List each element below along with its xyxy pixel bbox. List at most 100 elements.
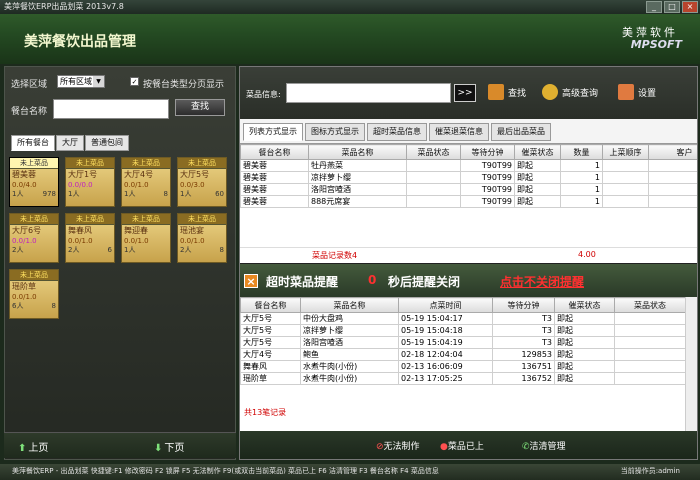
- maximize-button[interactable]: □: [664, 1, 680, 13]
- table-row[interactable]: 大厅5号 中份大盘鸡 05-19 15:04:17 T3 即起: [240, 312, 686, 325]
- search-label: 查找: [508, 88, 527, 99]
- tile-footer: 1人: [66, 190, 114, 199]
- dish-info-input[interactable]: [286, 83, 451, 103]
- prev-page-button[interactable]: ⬆ 上页: [18, 439, 48, 454]
- find-button[interactable]: 查找: [175, 99, 225, 116]
- table-tile[interactable]: 未上菜品 大厅5号 0.0/3.0 1人 60: [177, 157, 227, 207]
- tab-overtime[interactable]: 超时菜品信息: [367, 123, 427, 141]
- table-cell: 大厅5号: [240, 336, 301, 349]
- table-cell: 水煮牛肉(小份): [300, 360, 399, 373]
- table-tile[interactable]: 未上菜品 大厅6号 0.0/1.0 2人: [9, 213, 59, 263]
- table-row[interactable]: 大厅5号 洛阳宫喳酒 05-19 15:04:19 T3 即起: [240, 336, 686, 349]
- paging-checkbox[interactable]: ✓: [130, 77, 139, 86]
- dish-summary-row: 菜品记录数4 4.00: [240, 247, 697, 261]
- table-tile[interactable]: 未上菜品 碧美蓉 0.0/4.0 1人 978: [9, 157, 59, 207]
- keep-alert-link[interactable]: 点击不关闭提醒: [500, 273, 584, 290]
- alert-countdown: 0: [368, 273, 377, 287]
- tile-status-tag: 未上菜品: [122, 158, 170, 169]
- table-cell: 大厅5号: [240, 312, 301, 325]
- column-header[interactable]: 等待分钟: [460, 144, 515, 160]
- table-cell: 碧美蓉: [240, 171, 309, 184]
- column-header[interactable]: 菜品状态: [614, 297, 686, 313]
- served-button[interactable]: ●菜品已上: [440, 439, 484, 452]
- table-tile[interactable]: 未上菜品 舞春风 0.0/1.0 2人 6: [65, 213, 115, 263]
- column-header[interactable]: 数量: [560, 144, 603, 160]
- table-cell: T90T99: [460, 183, 515, 196]
- region-label: 选择区域: [11, 80, 48, 90]
- table-cell: [406, 183, 461, 196]
- table-row[interactable]: 大厅4号 鲍鱼 02-18 12:04:04 129853 即起: [240, 348, 686, 361]
- column-header[interactable]: 点菜时间: [398, 297, 493, 313]
- tile-table-name: 舞春风: [68, 226, 92, 235]
- table-cell: 136752: [492, 372, 555, 385]
- settings-button[interactable]: 设置: [618, 84, 656, 100]
- column-header[interactable]: 催菜状态: [554, 297, 615, 313]
- column-header[interactable]: 客户: [648, 144, 697, 160]
- cancel-icon: ⊘: [376, 442, 384, 452]
- table-cell: [406, 195, 461, 208]
- tile-dish-stat: 0.0/1.0: [124, 181, 149, 189]
- column-header[interactable]: 餐台名称: [240, 297, 301, 313]
- tile-number: 8: [219, 246, 224, 254]
- table-tile[interactable]: 未上菜品 大厅4号 0.0/1.0 1人 8: [121, 157, 171, 207]
- region-select[interactable]: 所有区域 ▼: [57, 75, 105, 88]
- table-tile[interactable]: 未上菜品 大厅1号 0.0/0.0 1人: [65, 157, 115, 207]
- table-tile[interactable]: 未上菜品 舞迎春 0.0/1.0 1人: [121, 213, 171, 263]
- tile-people: 2人: [68, 246, 80, 254]
- dish-grid: 餐台名称 菜品名称 菜品状态 等待分钟 催菜状态 数量 上菜顺序 客户 碧美蓉 牡丹燕菜 T90T…: [240, 143, 697, 263]
- tab-list-view[interactable]: 列表方式显示: [243, 123, 303, 141]
- table-cell: [648, 171, 697, 184]
- tile-dish-stat: 0.0/4.0: [12, 181, 37, 189]
- cannot-make-button[interactable]: ⊘无法制作: [376, 439, 420, 452]
- close-button[interactable]: ×: [682, 1, 698, 13]
- table-cell: 碧美蓉: [240, 183, 309, 196]
- tile-status-tag: 未上菜品: [10, 270, 58, 281]
- dish-panel: 菜品信息: >> 查找 高级查询 设置 列表方式显示 图标方式显示 超时菜品信息…: [239, 66, 698, 460]
- tab-last-served[interactable]: 最后出品菜品: [491, 123, 551, 141]
- column-header[interactable]: 菜品名称: [300, 297, 399, 313]
- next-page-button[interactable]: ⬇ 下页: [154, 439, 184, 454]
- table-row[interactable]: 瑶阶草 水煮牛肉(小份) 02-13 17:05:25 136752 即起: [240, 372, 686, 385]
- column-header[interactable]: 催菜状态: [514, 144, 561, 160]
- column-header[interactable]: 等待分钟: [492, 297, 555, 313]
- table-row[interactable]: 舞春风 水煮牛肉(小份) 02-13 16:06:09 136751 即起: [240, 360, 686, 373]
- table-row[interactable]: 碧美蓉 牡丹燕菜 T90T99 即起 1: [240, 159, 697, 172]
- go-button[interactable]: >>: [454, 84, 476, 102]
- clean-button[interactable]: ✆洁清管理: [522, 439, 566, 452]
- table-tile[interactable]: 未上菜品 瑶池宴 0.0/1.0 2人 8: [177, 213, 227, 263]
- column-header[interactable]: 餐台名称: [240, 144, 309, 160]
- tab-all-tables[interactable]: 所有餐台: [11, 135, 55, 151]
- app-title: 美萍餐饮出品管理: [24, 34, 136, 50]
- table-row[interactable]: 大厅5号 凉拌萝卜缨 05-19 15:04:18 T3 即起: [240, 324, 686, 337]
- table-cell: 即起: [554, 324, 615, 337]
- table-row[interactable]: 碧美蓉 洛阳宫喳酒 T90T99 即起 1: [240, 183, 697, 196]
- search-button[interactable]: 查找: [488, 84, 526, 100]
- table-row[interactable]: 碧美蓉 888元席宴 T90T99 即起 1: [240, 195, 697, 208]
- table-cell: 02-13 16:06:09: [398, 360, 493, 373]
- tab-hall[interactable]: 大厅: [56, 135, 84, 151]
- column-header[interactable]: 菜品状态: [406, 144, 461, 160]
- overtime-scrollbar[interactable]: [685, 297, 697, 431]
- overtime-alert-bar: × 超时菜品提醒 0 秒后提醒关闭 点击不关闭提醒: [240, 263, 697, 297]
- tile-footer: 2人 8: [178, 246, 226, 255]
- tile-status-tag: 未上菜品: [122, 214, 170, 225]
- tab-urge-return[interactable]: 催菜退菜信息: [429, 123, 489, 141]
- table-tile[interactable]: 未上菜品 瑶阶草 0.0/1.0 6人 8: [9, 269, 59, 319]
- table-cell: 洛阳宫喳酒: [308, 183, 407, 196]
- close-alert-icon[interactable]: ×: [244, 274, 258, 288]
- advanced-search-button[interactable]: 高级查询: [542, 84, 598, 100]
- column-header[interactable]: 菜品名称: [308, 144, 407, 160]
- tile-people: 6人: [12, 302, 24, 310]
- table-cell: [602, 183, 649, 196]
- tab-icon-view[interactable]: 图标方式显示: [305, 123, 365, 141]
- tile-people: 2人: [12, 246, 24, 254]
- table-cell: [614, 336, 686, 349]
- table-name-input[interactable]: [53, 99, 169, 119]
- column-header[interactable]: 上菜顺序: [602, 144, 649, 160]
- action-bar: ⊘无法制作 ●菜品已上 ✆洁清管理: [240, 431, 697, 459]
- alert-close-text: 秒后提醒关闭: [388, 275, 461, 289]
- table-row[interactable]: 碧美蓉 凉拌萝卜缨 T90T99 即起 1: [240, 171, 697, 184]
- table-cell: [406, 159, 461, 172]
- tab-private-room[interactable]: 普通包间: [85, 135, 129, 151]
- minimize-button[interactable]: _: [646, 1, 662, 13]
